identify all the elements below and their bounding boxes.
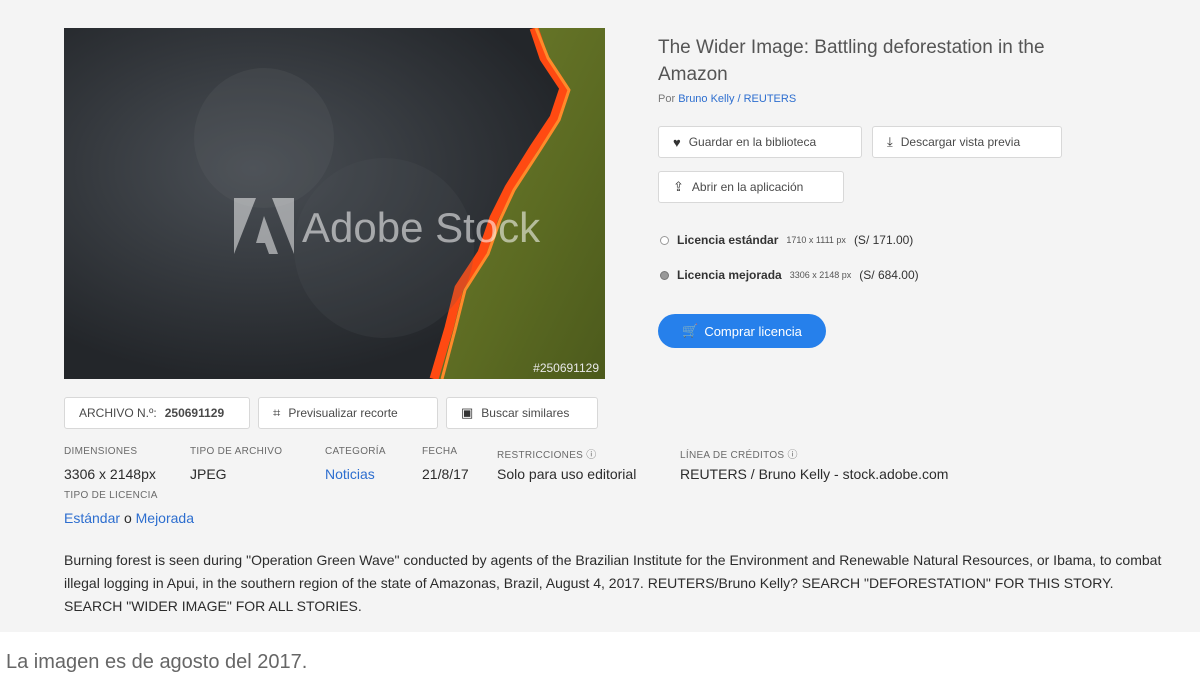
credits-label: LÍNEA DE CRÉDITOS: [680, 450, 785, 461]
adobe-logo-icon: [234, 198, 294, 254]
date-value: 21/8/17: [422, 466, 469, 482]
radio-extended[interactable]: [660, 270, 669, 280]
author-link[interactable]: Bruno Kelly / REUTERS: [678, 93, 796, 105]
save-label: Guardar en la biblioteca: [688, 135, 817, 149]
preview-image[interactable]: Adobe Stock #250691129: [64, 28, 605, 379]
dimensions-value: 3306 x 2148px: [64, 466, 156, 482]
filetype-value: JPEG: [190, 466, 227, 482]
license-standard-size: 1710 x 1111 px: [786, 235, 846, 245]
info-icon[interactable]: ⓘ: [586, 450, 596, 461]
date-heading: FECHA: [422, 446, 458, 457]
license-extended-name: Licencia mejorada: [677, 268, 782, 282]
open-app-label: Abrir en la aplicación: [691, 180, 804, 194]
restrictions-value: Solo para uso editorial: [497, 466, 637, 482]
buy-label: Comprar licencia: [704, 323, 802, 339]
restrictions-heading: RESTRICCIONES ⓘ: [497, 446, 597, 461]
download-icon: ⤓: [887, 134, 893, 149]
stock-detail-panel: Adobe Stock #250691129 The Wider Image: …: [0, 0, 1200, 632]
license-extended-size: 3306 x 2148 px: [789, 270, 852, 280]
byline: Por Bruno Kelly / REUTERS: [658, 93, 796, 105]
camera-icon: ▣: [461, 405, 474, 420]
extended-license-link[interactable]: Mejorada: [136, 510, 194, 526]
license-standard-option[interactable]: Licencia estándar 1710 x 1111 px (S/ 171…: [660, 233, 913, 247]
license-type-value: Estándar o Mejorada: [64, 510, 194, 526]
license-type-heading: TIPO DE LICENCIA: [64, 490, 158, 501]
download-label: Descargar vista previa: [900, 135, 1021, 149]
download-preview-button[interactable]: ⤓ Descargar vista previa: [872, 126, 1062, 158]
article-caption: La imagen es de agosto del 2017.: [6, 651, 308, 673]
watermark-text: Adobe Stock: [302, 204, 541, 251]
share-icon: ⇪: [673, 179, 684, 194]
crop-icon: ⌗: [273, 405, 281, 420]
license-standard-price: (S/ 171.00): [853, 233, 914, 247]
preview-crop-button[interactable]: ⌗ Previsualizar recorte: [258, 397, 438, 429]
category-link[interactable]: Noticias: [325, 466, 375, 482]
category-heading: CATEGORÍA: [325, 446, 386, 457]
license-extended-price: (S/ 684.00): [859, 268, 919, 282]
file-number-box: ARCHIVO N.º: 250691129: [64, 397, 250, 429]
open-in-app-button[interactable]: ⇪ Abrir en la aplicación: [658, 171, 844, 203]
image-id-overlay: #250691129: [533, 361, 599, 375]
filetype-heading: TIPO DE ARCHIVO: [190, 446, 283, 457]
buy-license-button[interactable]: 🛒 Comprar licencia: [658, 314, 826, 348]
cart-icon: 🛒: [682, 323, 699, 338]
restrictions-label: RESTRICCIONES: [497, 450, 584, 461]
info-icon[interactable]: ⓘ: [787, 450, 797, 461]
license-extended-option[interactable]: Licencia mejorada 3306 x 2148 px (S/ 684…: [660, 268, 919, 282]
byline-prefix: Por: [658, 93, 676, 105]
image-description: Burning forest is seen during "Operation…: [64, 552, 1162, 614]
similar-label: Buscar similares: [481, 406, 570, 420]
credits-value: REUTERS / Bruno Kelly - stock.adobe.com: [680, 466, 949, 482]
dimensions-heading: DIMENSIONES: [64, 446, 138, 457]
save-to-library-button[interactable]: ♥ Guardar en la biblioteca: [658, 126, 862, 158]
file-label: ARCHIVO N.º:: [79, 406, 157, 420]
heart-icon: ♥: [673, 134, 681, 150]
license-standard-name: Licencia estándar: [677, 233, 779, 247]
file-number: 250691129: [164, 406, 225, 420]
adobe-stock-watermark: Adobe Stock: [234, 198, 540, 258]
crop-label: Previsualizar recorte: [288, 406, 398, 420]
radio-standard[interactable]: [660, 235, 669, 245]
asset-title: The Wider Image: Battling deforestation …: [658, 37, 1045, 85]
license-or: o: [123, 510, 132, 526]
find-similar-button[interactable]: ▣ Buscar similares: [446, 397, 598, 429]
standard-license-link[interactable]: Estándar: [64, 510, 120, 526]
credits-heading: LÍNEA DE CRÉDITOS ⓘ: [680, 446, 798, 461]
